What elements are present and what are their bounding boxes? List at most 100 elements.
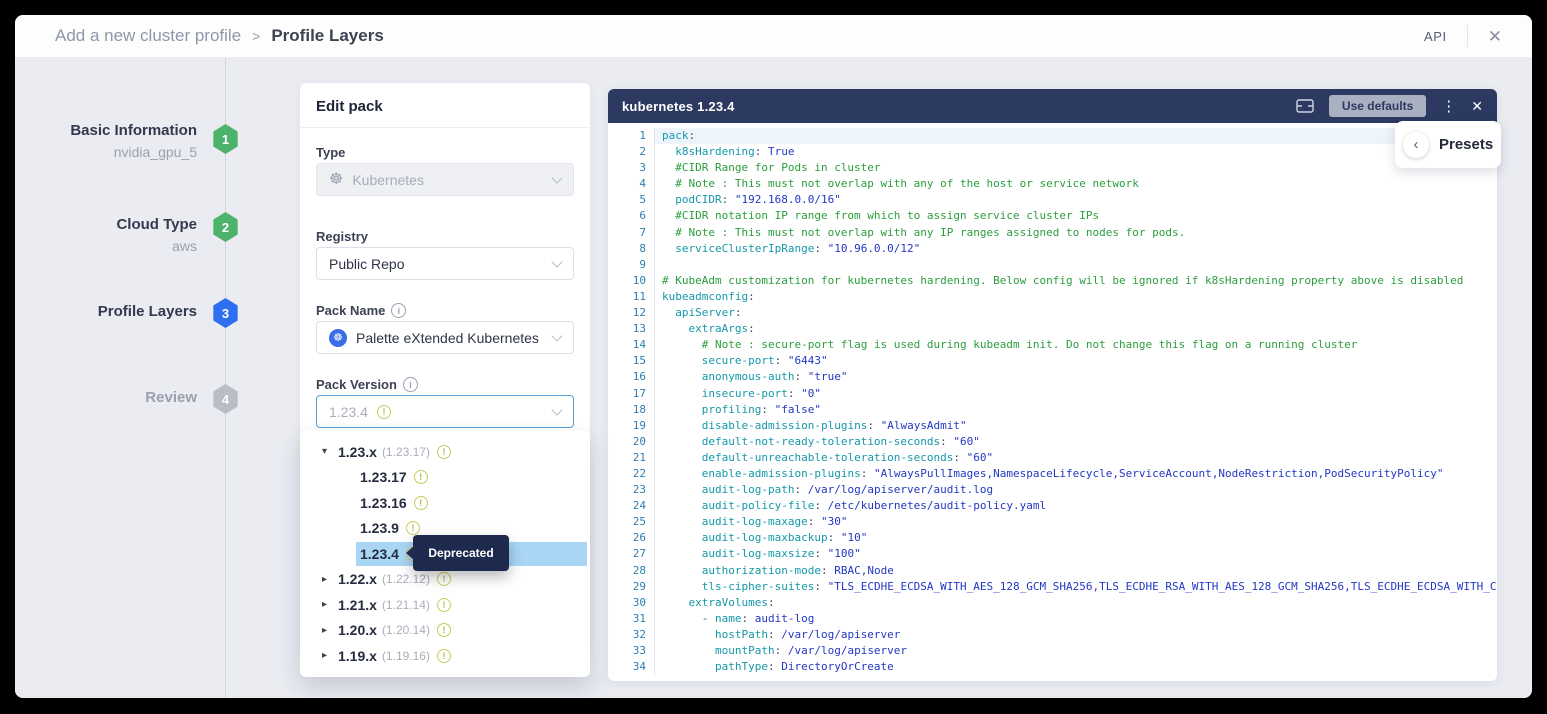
kubernetes-icon: ☸ [329,172,343,188]
step-label: Basic Information [70,122,197,139]
stepper-step-cloud-type[interactable]: Cloud Typeaws [15,216,197,254]
deprecated-warning-icon: ! [377,405,391,419]
code-line-6: 6 #CIDR notation IP range from which to … [608,208,1497,224]
line-number: 30 [608,595,655,611]
registry-label: Registry [316,229,368,244]
step-sublabel: aws [15,238,197,254]
info-icon: i [391,303,406,318]
editor-close-icon[interactable]: ✕ [1471,99,1483,113]
caret-right-icon[interactable]: ▸ [322,650,338,661]
kebab-menu-icon[interactable]: ⋮ [1441,99,1456,114]
line-number: 22 [608,466,655,482]
version-option-1.23.17[interactable]: 1.23.17! [300,465,590,491]
caret-right-icon[interactable]: ▸ [322,574,338,585]
version-label: 1.19.x [338,648,377,664]
version-option-1.20.x[interactable]: ▸1.20.x(1.20.14)! [300,618,590,644]
line-text: # Note : secure-port flag is used during… [655,337,1497,353]
version-label: 1.23.x [338,444,377,460]
line-number: 34 [608,659,655,675]
pack-name-label: Pack Name i [316,303,406,318]
chevron-down-icon [551,330,562,341]
editor-header: kubernetes 1.23.4 Use defaults ⋮ ✕ [608,89,1497,123]
code-line-22: 22 enable-admission-plugins: "AlwaysPull… [608,466,1497,482]
deprecated-warning-icon: ! [437,598,451,612]
version-option-1.21.x[interactable]: ▸1.21.x(1.21.14)! [300,592,590,618]
api-link[interactable]: API [1424,29,1447,44]
stepper-step-review[interactable]: Review [15,389,197,407]
code-line-26: 26 audit-log-maxbackup: "10" [608,530,1497,546]
version-option-1.23.4[interactable]: 1.23.4!Deprecated [300,541,590,567]
code-line-4: 4 # Note : This must not overlap with an… [608,176,1497,192]
breadcrumb-current: Profile Layers [271,26,383,46]
line-number: 6 [608,208,655,224]
code-line-2: 2 k8sHardening: True [608,144,1497,160]
caret-right-icon[interactable]: ▸ [322,599,338,610]
version-hint: (1.23.17) [382,445,430,459]
deprecated-tooltip: Deprecated [413,535,509,571]
step-label: Profile Layers [98,303,197,320]
line-number: 12 [608,305,655,321]
line-number: 23 [608,482,655,498]
type-select: ☸ Kubernetes [316,163,574,196]
line-text: kubeadmconfig: [655,289,1497,305]
line-number: 24 [608,498,655,514]
line-number: 3 [608,160,655,176]
split-view-icon[interactable] [1296,99,1314,113]
registry-select[interactable]: Public Repo [316,247,574,280]
line-text: apiServer: [655,305,1497,321]
code-line-33: 33 mountPath: /var/log/apiserver [608,643,1497,659]
version-option-1.23.x[interactable]: ▾1.23.x(1.23.17)! [300,439,590,465]
line-text: profiling: "false" [655,402,1497,418]
breadcrumb-parent[interactable]: Add a new cluster profile [55,26,241,46]
yaml-code-area[interactable]: 1pack:2 k8sHardening: True3 #CIDR Range … [608,123,1497,681]
caret-right-icon[interactable]: ▸ [322,625,338,636]
line-number: 27 [608,546,655,562]
pack-name-select[interactable]: ☸ Palette eXtended Kubernetes [316,321,574,354]
line-number: 5 [608,192,655,208]
line-text: # Note : This must not overlap with any … [655,225,1497,241]
line-text: audit-log-maxsize: "100" [655,546,1497,562]
stepper-step-basic-information[interactable]: Basic Informationnvidia_gpu_5 [15,122,197,160]
line-number: 26 [608,530,655,546]
line-number: 29 [608,579,655,595]
code-line-32: 32 hostPath: /var/log/apiserver [608,627,1497,643]
line-text: # KubeAdm customization for kubernetes h… [655,273,1497,289]
line-number: 9 [608,257,655,273]
line-number: 16 [608,369,655,385]
pack-version-select[interactable]: 1.23.4 ! [316,395,574,428]
modal-close-icon[interactable]: ✕ [1488,28,1502,45]
line-number: 8 [608,241,655,257]
line-text: serviceClusterIpRange: "10.96.0.0/12" [655,241,1497,257]
line-text: tls-cipher-suites: "TLS_ECDHE_ECDSA_WITH… [655,579,1497,595]
line-number: 25 [608,514,655,530]
edit-pack-title: Edit pack [300,83,590,128]
titlebar-divider [1467,25,1468,47]
line-text: extraVolumes: [655,595,1497,611]
pack-version-dropdown: ▾1.23.x(1.23.17)!1.23.17!1.23.16!1.23.9!… [300,431,590,677]
code-line-29: 29 tls-cipher-suites: "TLS_ECDHE_ECDSA_W… [608,579,1497,595]
chevron-left-icon[interactable]: ‹ [1403,132,1429,158]
caret-down-icon[interactable]: ▾ [322,446,338,457]
presets-label[interactable]: Presets [1439,136,1493,153]
line-number: 4 [608,176,655,192]
titlebar: Add a new cluster profile > Profile Laye… [15,15,1532,58]
use-defaults-button[interactable]: Use defaults [1329,95,1426,117]
line-text: audit-log-maxage: "30" [655,514,1497,530]
code-line-8: 8 serviceClusterIpRange: "10.96.0.0/12" [608,241,1497,257]
line-number: 1 [608,128,655,144]
step-badge-2: 2 [212,212,239,242]
chevron-down-icon [551,256,562,267]
version-option-1.23.16[interactable]: 1.23.16! [300,490,590,516]
stepper-step-profile-layers[interactable]: Profile Layers [15,303,197,321]
line-number: 10 [608,273,655,289]
type-value: Kubernetes [352,172,424,188]
version-option-1.19.x[interactable]: ▸1.19.x(1.19.16)! [300,643,590,669]
palette-kubernetes-icon: ☸ [329,329,347,347]
line-number: 19 [608,418,655,434]
line-text: k8sHardening: True [655,144,1497,160]
code-line-18: 18 profiling: "false" [608,402,1497,418]
step-label: Review [145,389,197,406]
code-line-5: 5 podCIDR: "192.168.0.0/16" [608,192,1497,208]
chevron-down-icon [551,172,562,183]
line-text: # Note : This must not overlap with any … [655,176,1497,192]
